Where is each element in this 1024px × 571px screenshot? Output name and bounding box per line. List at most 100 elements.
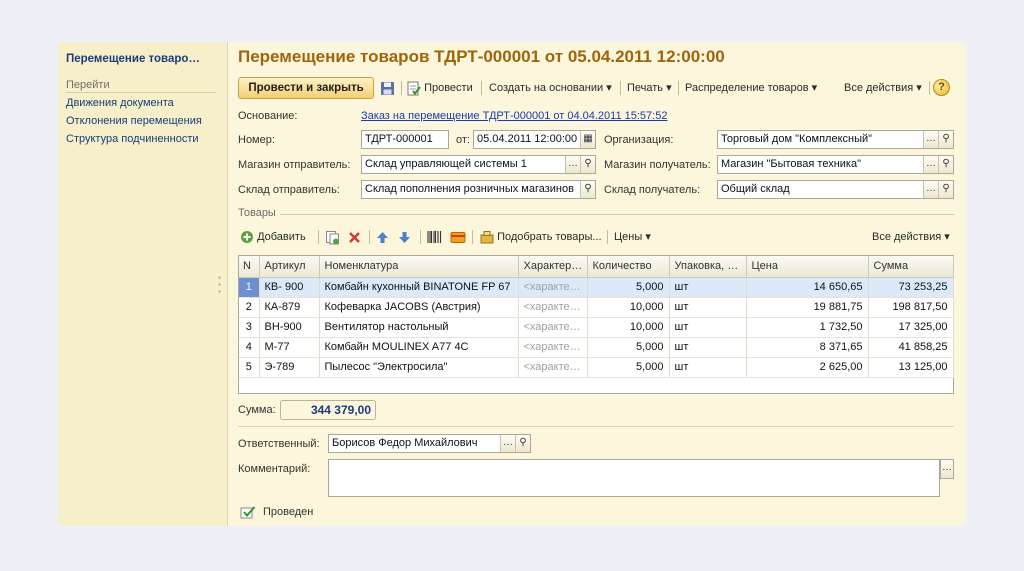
comment-label: Комментарий: (238, 463, 311, 475)
cell-quantity[interactable]: 5,000 (587, 357, 670, 378)
panel-resize-grip[interactable]: ▪ ▪ ▪ (218, 274, 221, 296)
pick-goods-button[interactable]: Подобрать товары... (480, 226, 602, 248)
delete-row-button[interactable] (348, 226, 361, 248)
cell-price[interactable]: 2 625,00 (746, 357, 869, 378)
column-header-price[interactable]: Цена (746, 256, 869, 278)
column-header-characteristic[interactable]: Характер… (518, 256, 588, 278)
cell-article[interactable]: М-77 (259, 337, 320, 358)
table-row[interactable]: 2 КА-879 Кофеварка JACOBS (Австрия) <характ… (239, 297, 954, 318)
table-row[interactable]: 5 Э-789 Пылесос "Электросила" <характе… 5,00… (239, 357, 954, 378)
cell-characteristic[interactable]: <характе… (518, 357, 588, 378)
barcode-button[interactable] (427, 226, 442, 248)
search-icon[interactable]: ⚲ (580, 181, 595, 198)
cell-quantity[interactable]: 10,000 (587, 317, 670, 338)
store-to-field[interactable]: Магазин "Бытовая техника" … ⚲ (717, 155, 954, 174)
cell-characteristic[interactable]: <характе… (518, 337, 588, 358)
cell-article[interactable]: Э-789 (259, 357, 320, 378)
move-down-button[interactable] (398, 226, 411, 248)
cell-nomenclature[interactable]: Кофеварка JACOBS (Австрия) (319, 297, 519, 318)
cell-row-number[interactable]: 4 (239, 337, 260, 358)
nav-item-subordination-structure[interactable]: Структура подчиненности (66, 133, 199, 145)
cell-package[interactable]: шт (669, 357, 747, 378)
search-icon[interactable]: ⚲ (580, 156, 595, 173)
cell-price[interactable]: 19 881,75 (746, 297, 869, 318)
warehouse-from-field[interactable]: Склад пополнения розничных магазинов ⚲ (361, 180, 596, 199)
cell-nomenclature[interactable]: Комбайн MOULINEX A77 4C (319, 337, 519, 358)
organization-field[interactable]: Торговый дом "Комплексный" … ⚲ (717, 130, 954, 149)
cell-sum[interactable]: 17 325,00 (868, 317, 954, 338)
all-actions-menu[interactable]: Все действия ▾ (844, 77, 922, 99)
cell-article[interactable]: КА-879 (259, 297, 320, 318)
copy-row-button[interactable] (325, 226, 340, 248)
cell-article[interactable]: КВ- 900 (259, 277, 320, 298)
add-row-button[interactable]: Добавить (240, 226, 306, 248)
goods-all-actions-menu[interactable]: Все действия ▾ (872, 226, 950, 248)
date-field[interactable]: 05.04.2011 12:00:00 ▦ (473, 130, 596, 149)
search-icon[interactable]: ⚲ (938, 181, 953, 198)
cell-sum[interactable]: 73 253,25 (868, 277, 954, 298)
cell-row-number[interactable]: 5 (239, 357, 260, 378)
search-icon[interactable]: ⚲ (938, 131, 953, 148)
store-from-field[interactable]: Склад управляющей системы 1 … ⚲ (361, 155, 596, 174)
ellipsis-icon[interactable]: … (565, 156, 580, 173)
table-row[interactable]: 1 КВ- 900 Комбайн кухонный BINATONE FP 67 <… (239, 277, 954, 298)
cell-nomenclature[interactable]: Комбайн кухонный BINATONE FP 67 (319, 277, 519, 298)
table-row[interactable]: 3 ВН-900 Вентилятор настольный <характе… 10,… (239, 317, 954, 338)
ellipsis-icon[interactable]: … (940, 459, 954, 479)
search-icon[interactable]: ⚲ (938, 156, 953, 173)
comment-textarea[interactable] (328, 459, 940, 497)
cell-row-number[interactable]: 2 (239, 297, 260, 318)
cell-article[interactable]: ВН-900 (259, 317, 320, 338)
cell-sum[interactable]: 41 858,25 (868, 337, 954, 358)
cell-row-number[interactable]: 1 (239, 277, 260, 298)
prices-menu[interactable]: Цены ▾ (614, 226, 651, 248)
nav-item-transfer-deviations[interactable]: Отклонения перемещения (66, 115, 202, 127)
cell-price[interactable]: 14 650,65 (746, 277, 869, 298)
cell-package[interactable]: шт (669, 277, 747, 298)
column-header-quantity[interactable]: Количество (587, 256, 670, 278)
column-header-article[interactable]: Артикул (259, 256, 320, 278)
print-menu[interactable]: Печать ▾ (627, 77, 672, 99)
cell-quantity[interactable]: 5,000 (587, 337, 670, 358)
cell-nomenclature[interactable]: Пылесос "Электросила" (319, 357, 519, 378)
table-row[interactable]: 4 М-77 Комбайн MOULINEX A77 4C <характе… 5,0… (239, 337, 954, 358)
post-button[interactable]: Провести (406, 77, 473, 99)
responsible-field[interactable]: Борисов Федор Михайлович … ⚲ (328, 434, 531, 453)
create-based-on-menu[interactable]: Создать на основании ▾ (489, 77, 612, 99)
cell-nomenclature[interactable]: Вентилятор настольный (319, 317, 519, 338)
cell-price[interactable]: 1 732,50 (746, 317, 869, 338)
calendar-icon[interactable]: ▦ (580, 131, 595, 148)
cell-characteristic[interactable]: <характе… (518, 277, 588, 298)
ellipsis-icon[interactable]: … (923, 131, 938, 148)
nav-item-document-movements[interactable]: Движения документа (66, 97, 174, 109)
warehouse-to-field[interactable]: Общий склад … ⚲ (717, 180, 954, 199)
card-button[interactable] (450, 226, 466, 248)
basis-label: Основание: (238, 110, 298, 122)
post-and-close-button[interactable]: Провести и закрыть (238, 77, 374, 99)
move-up-button[interactable] (376, 226, 389, 248)
column-header-package[interactable]: Упаковка, … (669, 256, 747, 278)
cell-price[interactable]: 8 371,65 (746, 337, 869, 358)
ellipsis-icon[interactable]: … (923, 156, 938, 173)
ellipsis-icon[interactable]: … (923, 181, 938, 198)
save-button[interactable] (380, 77, 395, 99)
cell-package[interactable]: шт (669, 337, 747, 358)
cell-characteristic[interactable]: <характе… (518, 317, 588, 338)
column-header-nomenclature[interactable]: Номенклатура (319, 256, 519, 278)
cell-package[interactable]: шт (669, 317, 747, 338)
help-icon[interactable]: ? (933, 79, 950, 96)
column-header-sum[interactable]: Сумма (868, 256, 954, 278)
cell-quantity[interactable]: 10,000 (587, 297, 670, 318)
column-header-n[interactable]: N (239, 256, 260, 278)
search-icon[interactable]: ⚲ (515, 435, 530, 452)
cell-sum[interactable]: 13 125,00 (868, 357, 954, 378)
cell-sum[interactable]: 198 817,50 (868, 297, 954, 318)
cell-package[interactable]: шт (669, 297, 747, 318)
basis-link[interactable]: Заказ на перемещение ТДРТ-000001 от 04.0… (361, 110, 667, 122)
goods-distribution-menu[interactable]: Распределение товаров ▾ (685, 77, 817, 99)
number-field[interactable]: ТДРТ-000001 (361, 130, 449, 149)
cell-row-number[interactable]: 3 (239, 317, 260, 338)
cell-quantity[interactable]: 5,000 (587, 277, 670, 298)
cell-characteristic[interactable]: <характе… (518, 297, 588, 318)
ellipsis-icon[interactable]: … (500, 435, 515, 452)
